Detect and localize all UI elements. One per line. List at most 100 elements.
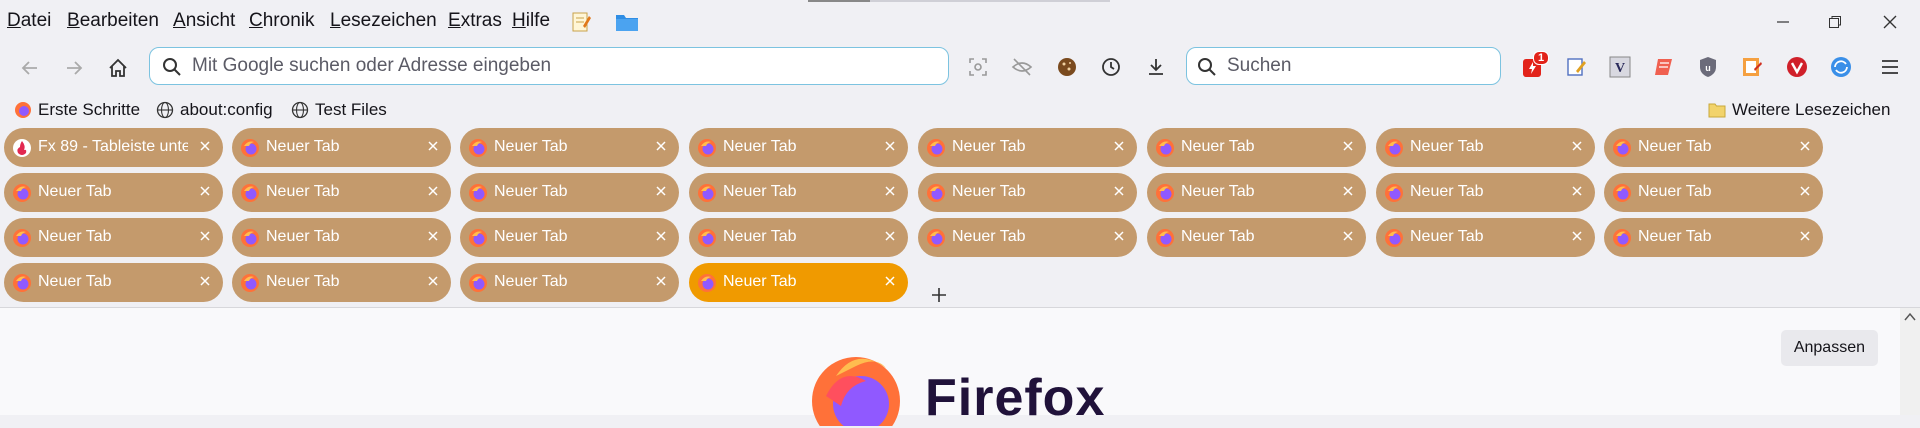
restore-button[interactable] [1815,8,1855,36]
tab[interactable]: Neuer Tab [689,218,908,257]
screenshot-icon[interactable] [964,53,992,81]
tab[interactable]: Neuer Tab [918,173,1137,212]
tab-close-button[interactable] [199,226,211,247]
tab-close-button[interactable] [655,136,667,157]
tab-close-button[interactable] [1571,181,1583,202]
ublock-icon[interactable]: u [1694,53,1722,81]
tab[interactable]: Neuer Tab [4,218,223,257]
tab-close-button[interactable] [655,226,667,247]
menu-chronik[interactable]: Chronik [249,10,314,32]
cookie-icon[interactable] [1053,53,1081,81]
hamburger-menu-button[interactable] [1876,53,1904,81]
tab-close-button[interactable] [1799,181,1811,202]
forward-button[interactable] [58,52,90,84]
tab-close-button[interactable] [199,181,211,202]
tab[interactable]: Neuer Tab [4,173,223,212]
bookmark-about-config[interactable]: about:config [156,100,273,120]
tab-close-button[interactable] [427,226,439,247]
tab[interactable]: Neuer Tab [1147,218,1366,257]
tab[interactable]: Neuer Tab [460,173,679,212]
menu-datei[interactable]: Datei [7,10,51,32]
tab[interactable]: Neuer Tab [1376,173,1595,212]
tab[interactable]: Neuer Tab [1376,218,1595,257]
tab-close-button[interactable] [427,271,439,292]
other-bookmarks-folder[interactable]: Weitere Lesezeichen [1708,100,1890,120]
tab-label: Neuer Tab [952,138,1026,155]
tab-close-button[interactable] [1342,136,1354,157]
tab-close-button[interactable] [884,226,896,247]
tab[interactable]: Neuer Tab [918,128,1137,167]
url-input[interactable] [190,54,833,78]
tab[interactable]: Neuer Tab [1604,218,1823,257]
tab[interactable]: Neuer Tab [232,218,451,257]
close-icon [1114,141,1124,151]
history-icon[interactable] [1097,53,1125,81]
tab-close-button[interactable] [199,271,211,292]
tab[interactable]: Neuer Tab [1604,173,1823,212]
tab-close-button[interactable] [427,136,439,157]
extension-bolt-icon[interactable]: 1 [1519,51,1550,81]
home-button[interactable] [102,52,134,84]
tab-close-button[interactable] [1113,226,1125,247]
menu-extras[interactable]: Extras [448,10,502,32]
firefox-icon [698,139,716,157]
tab[interactable]: Neuer Tab [460,263,679,302]
tab[interactable]: Neuer Tab [918,218,1137,257]
vivaldi-icon[interactable] [1783,53,1811,81]
minimize-button[interactable] [1763,8,1803,36]
tab[interactable]: Neuer Tab [4,263,223,302]
close-window-button[interactable] [1870,8,1910,36]
tab-close-button[interactable] [884,181,896,202]
customize-button[interactable]: Anpassen [1780,330,1878,366]
tab-close-button[interactable] [1571,136,1583,157]
back-button[interactable] [14,52,46,84]
menu-ansicht[interactable]: Ansicht [173,10,235,32]
search-input[interactable] [1225,54,1489,78]
tab[interactable]: Neuer Tab [1147,173,1366,212]
menu-bearbeiten[interactable]: Bearbeiten [67,10,159,32]
tab[interactable]: Neuer Tab [689,173,908,212]
tab[interactable]: Neuer Tab [1376,128,1595,167]
tab-close-button[interactable] [1113,136,1125,157]
tab[interactable]: Neuer Tab [1604,128,1823,167]
tab-label: Neuer Tab [38,183,112,200]
menu-lesezeichen[interactable]: Lesezeichen [330,10,437,32]
tab-close-button[interactable] [655,181,667,202]
folder-icon[interactable] [614,10,640,34]
tab[interactable]: Neuer Tab [689,128,908,167]
tab-close-button[interactable] [427,181,439,202]
tab-close-button[interactable] [1571,226,1583,247]
tab[interactable]: Neuer Tab [232,128,451,167]
sync-icon[interactable] [1827,53,1855,81]
edit-page-icon[interactable] [1562,53,1590,81]
scroll-icon[interactable] [1650,53,1678,81]
tab-close-button[interactable] [1342,181,1354,202]
tab[interactable]: Neuer Tab [460,218,679,257]
tracking-protection-icon[interactable] [1008,53,1036,81]
notes-icon[interactable] [1738,53,1766,81]
tab[interactable]: Neuer Tab [232,173,451,212]
extension-v-icon[interactable]: V [1606,53,1634,81]
bookmark-erste-schritte[interactable]: Erste Schritte [14,100,140,120]
tab-close-button[interactable] [1113,181,1125,202]
menu-hilfe[interactable]: Hilfe [512,10,550,32]
tab-close-button[interactable] [1799,136,1811,157]
tab-close-button[interactable] [884,136,896,157]
tab[interactable]: Neuer Tab [1147,128,1366,167]
scrollbar[interactable] [1900,308,1920,415]
bookmark-test-files[interactable]: Test Files [291,100,387,120]
tab[interactable]: Neuer Tab [689,263,908,302]
download-icon[interactable] [1142,53,1170,81]
search-bar[interactable] [1186,47,1501,85]
url-bar[interactable] [149,47,949,85]
tab[interactable]: Neuer Tab [232,263,451,302]
tab-close-button[interactable] [1342,226,1354,247]
notepad-icon[interactable] [569,10,593,34]
firefox-icon [1385,184,1403,202]
tab-close-button[interactable] [199,136,211,157]
tab[interactable]: Fx 89 - Tableiste unten [4,128,223,167]
tab-close-button[interactable] [1799,226,1811,247]
tab-close-button[interactable] [884,271,896,292]
tab[interactable]: Neuer Tab [460,128,679,167]
tab-close-button[interactable] [655,271,667,292]
